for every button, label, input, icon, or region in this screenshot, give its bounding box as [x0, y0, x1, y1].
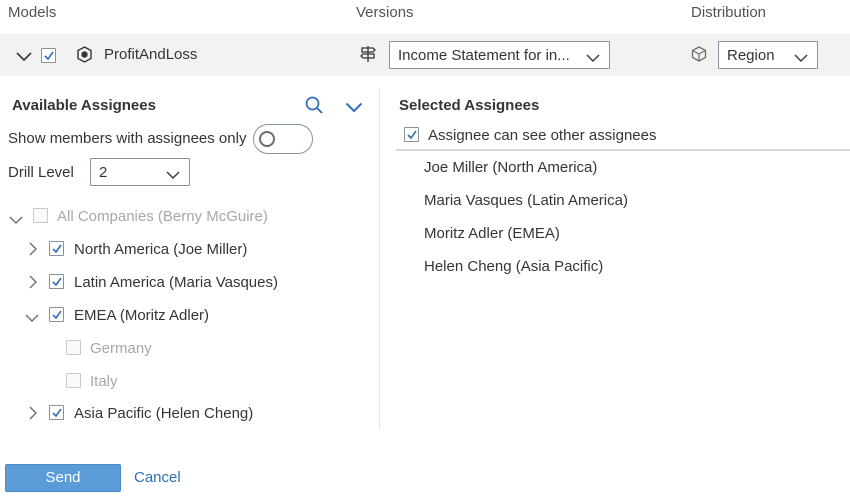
model-name: ProfitAndLoss — [104, 46, 198, 63]
model-cube-icon — [76, 46, 93, 67]
tree-collapsed-chevron-icon[interactable] — [29, 242, 38, 260]
tree-item-label: Germany — [90, 340, 152, 357]
version-signpost-icon — [360, 45, 376, 67]
tree-item-label: North America (Joe Miller) — [74, 241, 248, 258]
show-members-toggle[interactable] — [253, 124, 313, 154]
show-members-label: Show members with assignees only — [8, 130, 247, 147]
tree-checkbox[interactable] — [49, 274, 64, 289]
versions-header: Versions — [356, 4, 414, 21]
tree-item-label: Latin America (Maria Vasques) — [74, 274, 278, 291]
models-header: Models — [8, 4, 57, 21]
cancel-button[interactable]: Cancel — [134, 469, 181, 486]
search-icon[interactable] — [305, 96, 323, 118]
drill-level-label: Drill Level — [8, 164, 74, 181]
chevron-down-icon — [794, 50, 808, 67]
selected-assignee-item[interactable]: Helen Cheng (Asia Pacific) — [424, 258, 603, 275]
selected-assignee-item[interactable]: Joe Miller (North America) — [424, 159, 597, 176]
tree-checkbox[interactable] — [49, 405, 64, 420]
toggle-knob — [259, 131, 275, 147]
tree-checkbox[interactable] — [49, 307, 64, 322]
selected-header-divider — [396, 149, 850, 151]
tree-item-label: All Companies (Berny McGuire) — [57, 208, 268, 225]
distribution-cube-icon — [691, 46, 707, 66]
tree-checkbox[interactable] — [49, 241, 64, 256]
see-others-checkbox[interactable] — [404, 127, 419, 142]
distribution-header: Distribution — [691, 4, 767, 21]
chevron-down-icon[interactable] — [16, 49, 32, 66]
tree-item-label: Asia Pacific (Helen Cheng) — [74, 405, 254, 422]
tree-expand-chevron-icon[interactable] — [25, 310, 39, 327]
tree-checkbox — [66, 340, 81, 355]
send-button[interactable]: Send — [5, 464, 121, 492]
tree-checkbox — [33, 208, 48, 223]
see-others-label: Assignee can see other assignees — [428, 127, 657, 144]
distribution-select-value: Region — [727, 47, 775, 64]
collapse-chevron-icon[interactable] — [345, 100, 363, 117]
distribution-select[interactable]: Region — [718, 41, 818, 69]
chevron-down-icon — [166, 167, 180, 184]
drill-level-select[interactable]: 2 — [90, 158, 190, 186]
tree-collapsed-chevron-icon[interactable] — [29, 275, 38, 293]
model-row: ProfitAndLoss Income Statement for in...… — [0, 34, 850, 76]
chevron-down-icon — [586, 50, 600, 67]
available-assignees-title: Available Assignees — [12, 97, 156, 114]
version-select-value: Income Statement for in... — [398, 47, 570, 64]
tree-expand-chevron-icon[interactable] — [9, 212, 23, 229]
tree-item-label: EMEA (Moritz Adler) — [74, 307, 210, 324]
drill-level-value: 2 — [99, 164, 108, 181]
selected-assignees-title: Selected Assignees — [399, 97, 540, 114]
panel-divider — [379, 88, 380, 430]
tree-collapsed-chevron-icon[interactable] — [29, 406, 38, 424]
version-select[interactable]: Income Statement for in... — [389, 41, 610, 69]
tree-item-label: Italy — [90, 373, 118, 390]
selected-assignee-item[interactable]: Maria Vasques (Latin America) — [424, 192, 628, 209]
selected-assignee-item[interactable]: Moritz Adler (EMEA) — [424, 225, 560, 242]
tree-checkbox — [66, 373, 81, 388]
model-checkbox[interactable] — [41, 48, 56, 63]
